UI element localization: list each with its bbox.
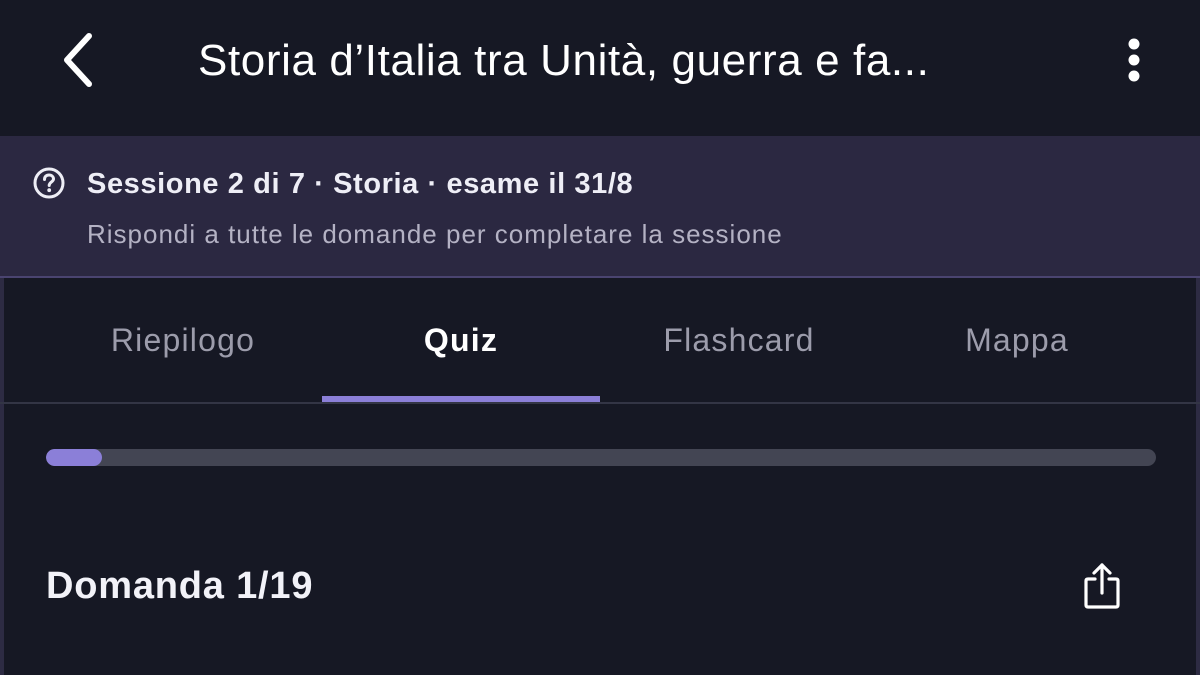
share-button[interactable] [1076,556,1128,616]
back-button[interactable] [48,22,108,98]
share-icon [1084,563,1120,609]
session-banner: Sessione 2 di 7 · Storia · esame il 31/8… [0,136,1200,278]
tab-bar: Riepilogo Quiz Flashcard Mappa [0,278,1200,404]
tab-riepilogo[interactable]: Riepilogo [44,278,322,402]
active-tab-indicator [322,396,600,402]
tab-mappa[interactable]: Mappa [878,278,1156,402]
question-counter: Domanda 1/19 [46,565,314,607]
tab-flashcard[interactable]: Flashcard [600,278,878,402]
chevron-left-icon [64,33,92,87]
session-subtitle: Rispondi a tutte le domande per completa… [87,219,783,249]
more-vertical-icon [1128,38,1140,82]
quiz-progress-fill [46,449,102,466]
quiz-progress-bar [46,449,1156,466]
top-app-bar: Storia d’Italia tra Unità, guerra e fa..… [0,0,1200,136]
session-title: Sessione 2 di 7 · Storia · esame il 31/8 [87,168,634,200]
page-title: Storia d’Italia tra Unità, guerra e fa..… [198,36,930,85]
help-circle-icon [33,167,65,199]
tab-quiz[interactable]: Quiz [322,278,600,402]
more-options-button[interactable] [1110,30,1158,90]
